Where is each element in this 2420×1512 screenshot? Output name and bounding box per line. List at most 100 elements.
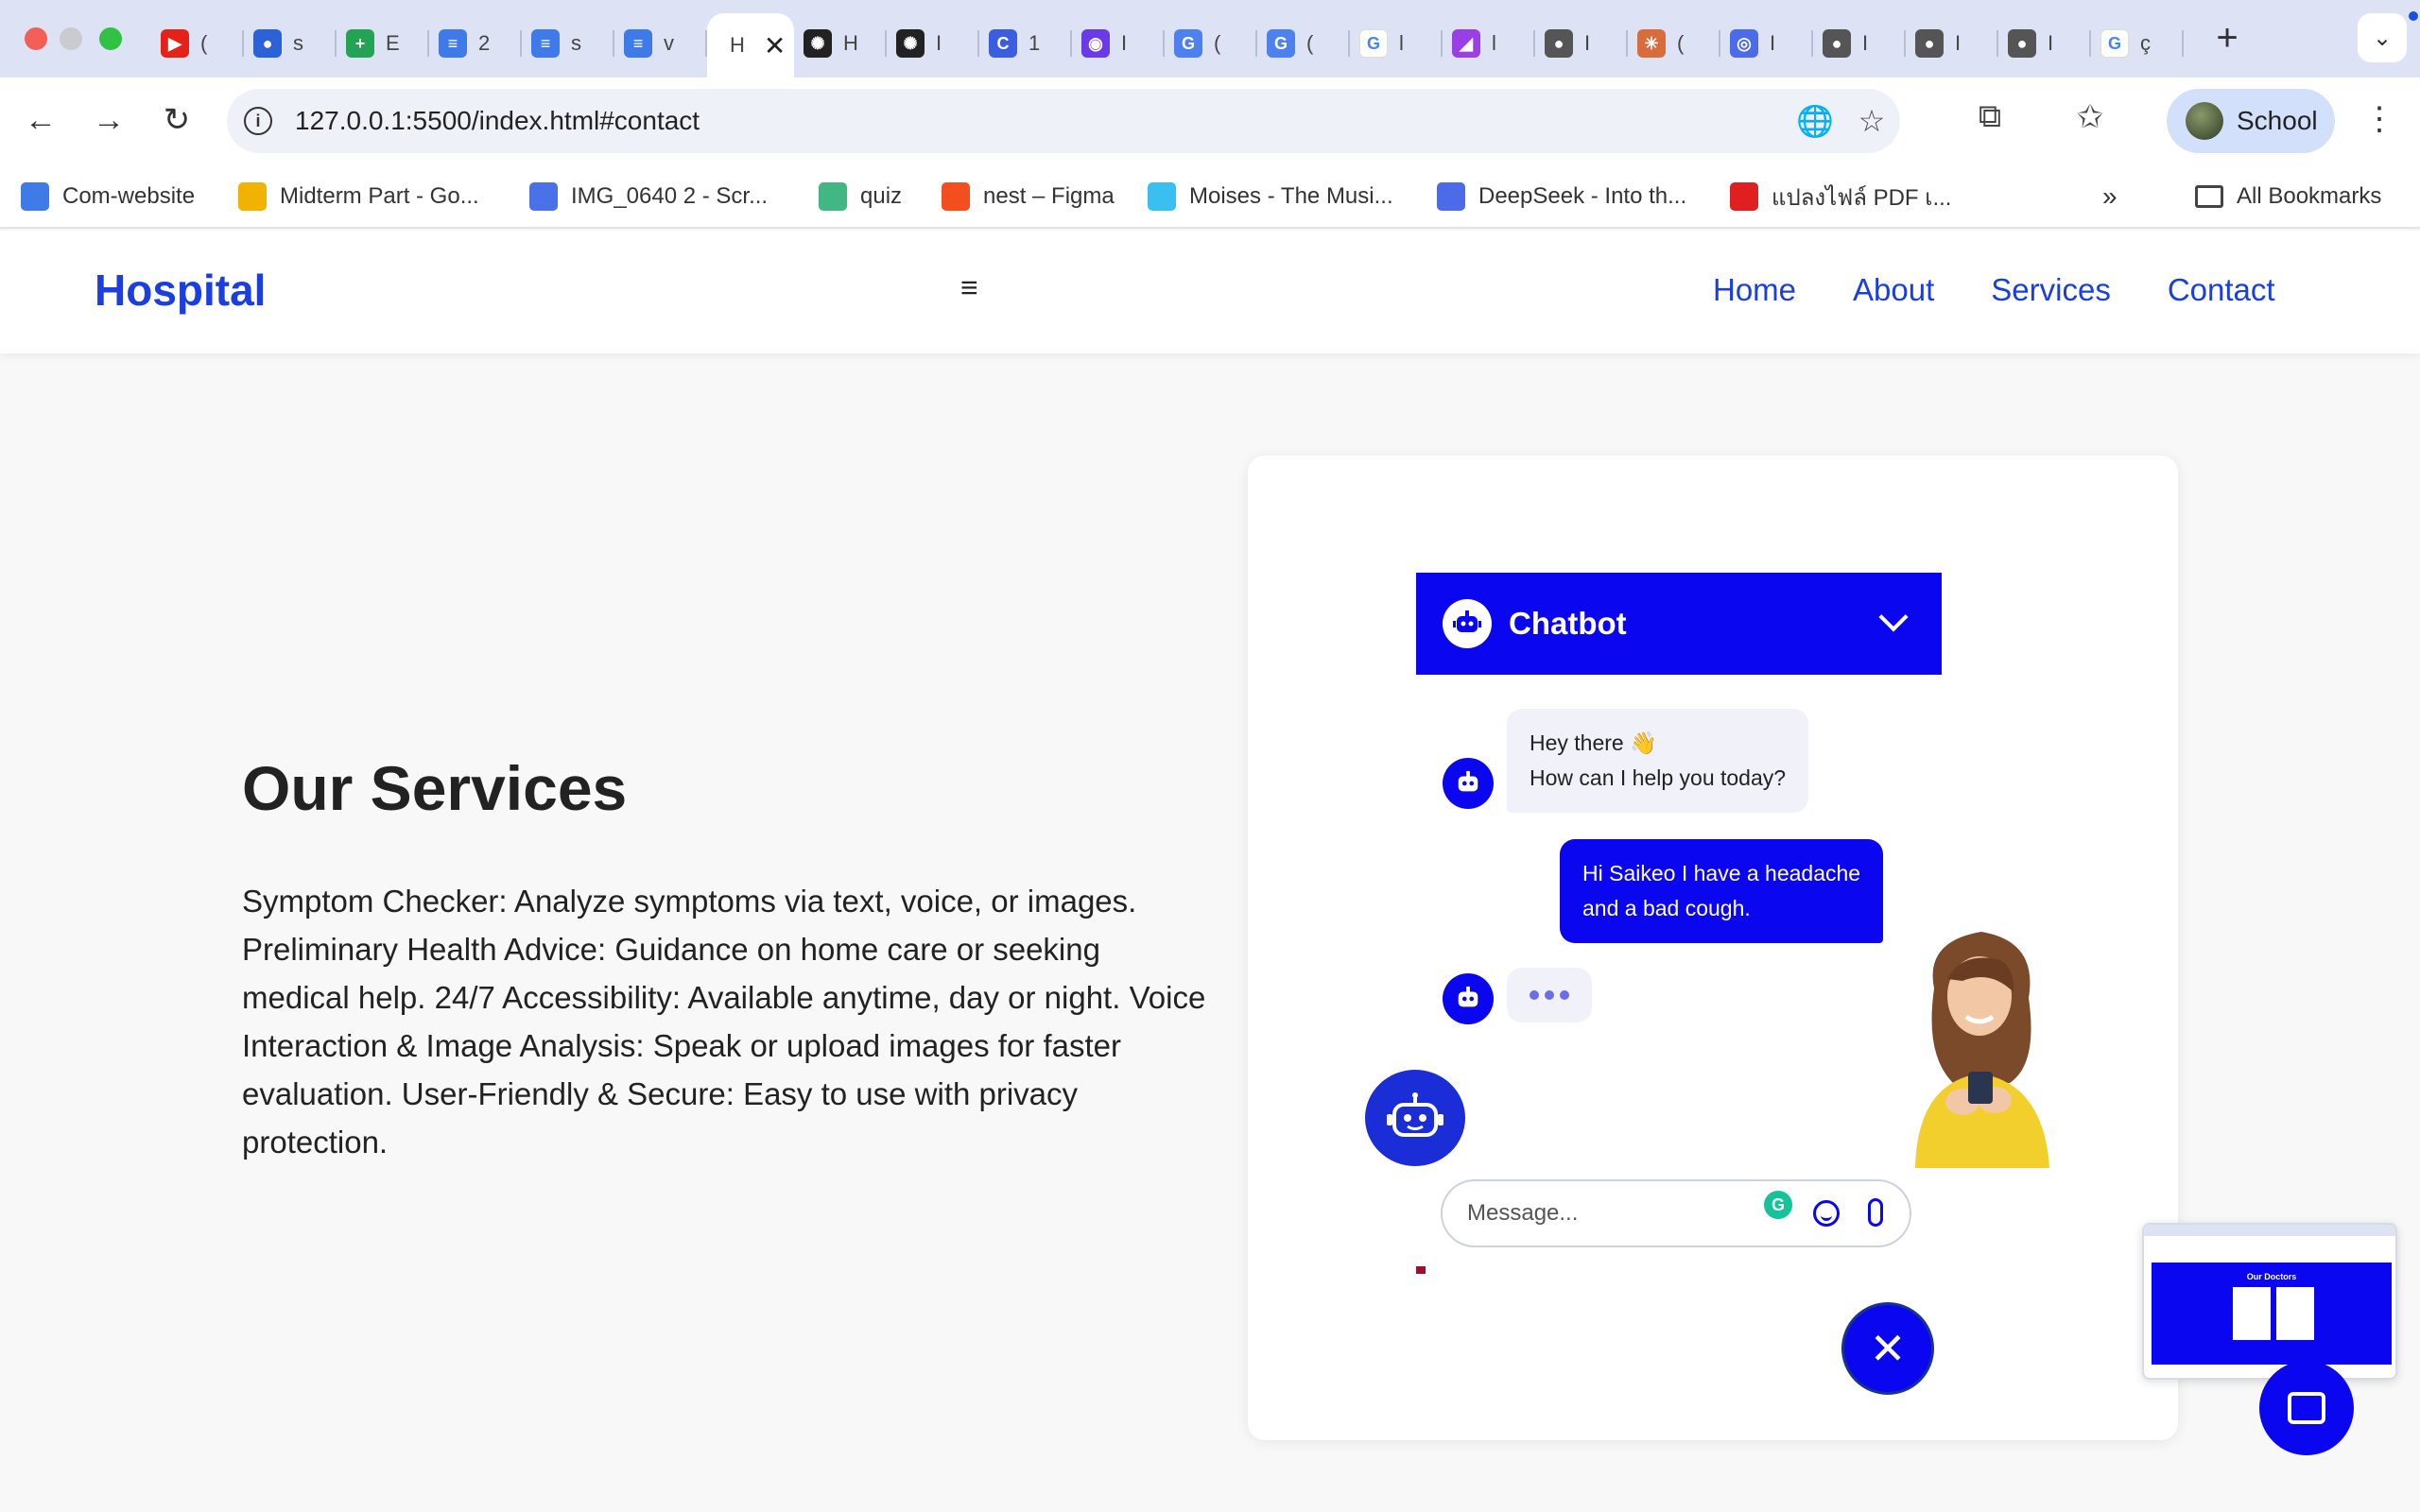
- browser-tab[interactable]: ✺ H: [794, 17, 887, 70]
- reading-list-icon[interactable]: ✩: [2066, 98, 2114, 136]
- tab-title: s: [571, 31, 581, 55]
- thumbnail-title: Our Doctors: [2246, 1272, 2297, 1281]
- typing-indicator: [1507, 968, 1592, 1022]
- back-button[interactable]: ←: [17, 96, 64, 144]
- site-logo[interactable]: Hospital: [95, 265, 266, 316]
- message-input[interactable]: [1467, 1200, 1751, 1227]
- reload-icon: ↻: [163, 102, 191, 138]
- tab-list: ▶(● s + E ≡ 2 ≡ s ≡ v H ✕ ✺ H ✺ I C 1 ◉ I G(G(Gl ◢ l ● I ✳(◎ I ● I ● I…: [151, 13, 2184, 77]
- chatbot-launcher-button[interactable]: [1365, 1070, 1465, 1166]
- nav-link-home[interactable]: Home: [1713, 272, 1796, 308]
- tab-title: 1: [1028, 31, 1041, 55]
- bookmark-star-icon[interactable]: ☆: [1843, 103, 1900, 139]
- browser-tab[interactable]: ● s: [244, 17, 337, 70]
- page-preview-thumbnail[interactable]: Our Doctors: [2142, 1223, 2397, 1380]
- arrow-right-icon: →: [93, 101, 125, 138]
- browser-tab[interactable]: ● I: [1906, 17, 1998, 70]
- browser-tab[interactable]: ◢ l: [1443, 17, 1535, 70]
- close-chat-button[interactable]: ✕: [1841, 1302, 1934, 1395]
- browser-tab[interactable]: ● I: [1813, 17, 1906, 70]
- forward-button[interactable]: →: [85, 96, 132, 144]
- browser-menu-icon[interactable]: ⋮: [2363, 100, 2395, 138]
- bookmark-item[interactable]: แปลงไฟล์ PDF เ...: [1730, 180, 1951, 214]
- hamburger-menu-icon[interactable]: ≡: [960, 270, 978, 305]
- profile-button[interactable]: School: [2167, 89, 2335, 153]
- docs-icon: [21, 182, 49, 211]
- browser-tab[interactable]: ≡ s: [522, 17, 614, 70]
- browser-tab[interactable]: ≡ v: [614, 17, 707, 70]
- thumbnail-header: [2144, 1236, 2395, 1259]
- bot-message-line: How can I help you today?: [1530, 765, 1787, 790]
- all-bookmarks-button[interactable]: All Bookmarks: [2195, 180, 2381, 214]
- browser-tab[interactable]: ◎ I: [1720, 17, 1813, 70]
- bookmark-item[interactable]: quiz: [819, 180, 902, 214]
- browser-tab[interactable]: Gl: [1350, 17, 1443, 70]
- chatbot-title: Chatbot: [1509, 606, 1627, 641]
- window-close-button[interactable]: [25, 27, 47, 50]
- browser-tab[interactable]: + E: [337, 17, 429, 70]
- nav-link-services[interactable]: Services: [1991, 272, 2111, 308]
- bookmark-item[interactable]: Midterm Part - Go...: [238, 180, 479, 214]
- browser-tab[interactable]: ● I: [1535, 17, 1628, 70]
- browser-tab[interactable]: Gç: [2091, 17, 2184, 70]
- window-maximize-button[interactable]: [99, 27, 122, 50]
- notification-dot: [2409, 11, 2418, 21]
- nav-link-contact[interactable]: Contact: [2168, 272, 2275, 308]
- window-minimize-button[interactable]: [60, 27, 82, 50]
- bookmarks-overflow-button[interactable]: »: [2102, 180, 2118, 214]
- browser-tab[interactable]: ≡ 2: [429, 17, 522, 70]
- tab-favicon-icon: ≡: [531, 29, 560, 58]
- browser-tab[interactable]: G(: [1257, 17, 1350, 70]
- robot-icon: [1387, 1092, 1443, 1137]
- bookmark-label: quiz: [860, 183, 903, 209]
- bookmark-item[interactable]: IMG_0640 2 - Scr...: [529, 180, 768, 214]
- translate-icon[interactable]: 🌐: [1787, 103, 1843, 139]
- tab-title: E: [386, 31, 400, 55]
- bookmark-item[interactable]: nest – Figma: [942, 180, 1115, 214]
- tab-favicon-icon: ●: [2008, 29, 2036, 58]
- browser-tab[interactable]: ● I: [1998, 17, 2091, 70]
- tab-title: I: [1121, 31, 1128, 55]
- pdf-icon: [1730, 182, 1758, 211]
- browser-tab[interactable]: C1: [979, 17, 1072, 70]
- bookmark-item[interactable]: DeepSeek - Into th...: [1437, 180, 1686, 214]
- tab-favicon-icon: ●: [253, 29, 282, 58]
- typing-dot: [1560, 990, 1569, 1000]
- bookmark-label: Com-website: [62, 183, 196, 209]
- arrow-left-icon: ←: [25, 101, 57, 138]
- url-text[interactable]: 127.0.0.1:5500/index.html#contact: [295, 106, 700, 136]
- tab-favicon-icon: ✳: [1637, 29, 1666, 58]
- chat-widget-button[interactable]: [2259, 1361, 2354, 1455]
- chatbot-window: Chatbot Hey there 👋 How can I help you t…: [1416, 573, 1942, 1274]
- site-info-icon[interactable]: i: [244, 107, 272, 135]
- tab-search-button[interactable]: ⌄: [2358, 13, 2407, 62]
- browser-tab[interactable]: H ✕: [707, 13, 794, 77]
- tab-close-icon[interactable]: ✕: [764, 30, 786, 61]
- decorative-mark: [1416, 1266, 1426, 1274]
- nav-link-about[interactable]: About: [1853, 272, 1934, 308]
- collapse-chat-chevron-icon[interactable]: [1878, 602, 1909, 632]
- chat-icon: [2288, 1392, 2325, 1424]
- grammarly-icon[interactable]: G: [1764, 1191, 1792, 1219]
- chatbot-header: Chatbot: [1416, 573, 1942, 675]
- tab-favicon-icon: ◢: [1452, 29, 1480, 58]
- tab-favicon-icon: G: [1267, 29, 1295, 58]
- services-description: Symptom Checker: Analyze symptoms via te…: [242, 884, 1206, 1160]
- new-tab-button[interactable]: +: [2208, 17, 2246, 60]
- bookmark-item[interactable]: Moises - The Musi...: [1148, 180, 1393, 214]
- tab-title: (: [1214, 31, 1221, 55]
- reload-button[interactable]: ↻: [153, 96, 200, 144]
- extensions-icon[interactable]: ⧉: [1966, 98, 2014, 135]
- browser-tab[interactable]: G(: [1165, 17, 1257, 70]
- browser-tab[interactable]: ✳(: [1628, 17, 1720, 70]
- address-bar[interactable]: i 127.0.0.1:5500/index.html#contact 🌐 ☆: [227, 89, 1900, 153]
- bookmark-item[interactable]: Com-website: [21, 180, 195, 214]
- attachment-icon[interactable]: [1868, 1198, 1883, 1227]
- browser-tab[interactable]: ▶(: [151, 17, 244, 70]
- browser-tab[interactable]: ✺ I: [887, 17, 979, 70]
- bookmark-label: Moises - The Musi...: [1189, 183, 1393, 209]
- browser-tab[interactable]: ◉ I: [1072, 17, 1165, 70]
- emoji-icon[interactable]: [1813, 1200, 1840, 1227]
- bookmark-label: DeepSeek - Into th...: [1478, 183, 1687, 209]
- tab-title: 2: [478, 31, 491, 55]
